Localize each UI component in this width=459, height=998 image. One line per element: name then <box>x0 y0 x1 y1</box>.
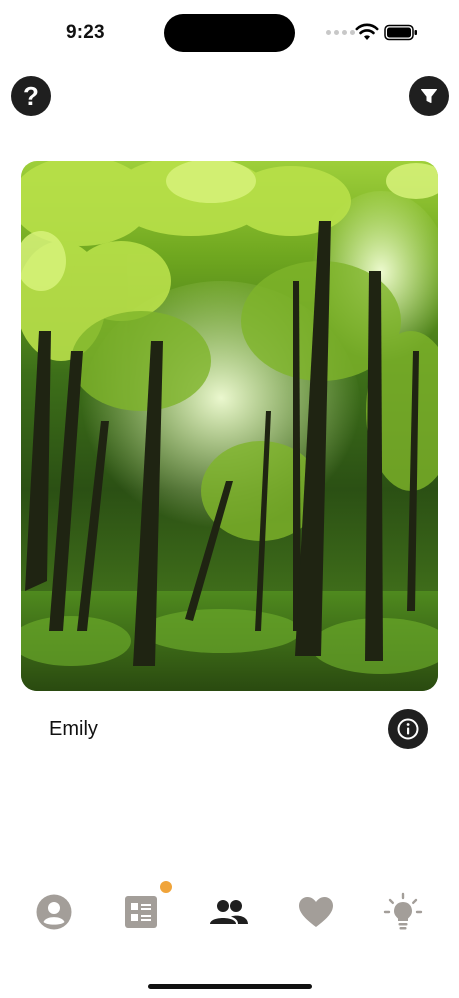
home-indicator <box>148 984 312 989</box>
tab-feed[interactable] <box>119 890 163 934</box>
profile-photo[interactable] <box>21 161 438 691</box>
tab-tips[interactable] <box>381 890 425 934</box>
battery-icon <box>384 24 417 41</box>
feed-list-icon <box>125 896 157 928</box>
profile-name: Emily <box>49 718 98 740</box>
person-circle-icon <box>36 894 72 930</box>
tab-profile[interactable] <box>32 890 76 934</box>
people-icon <box>210 900 248 924</box>
help-button[interactable]: ? <box>11 76 51 116</box>
info-button[interactable] <box>388 709 428 749</box>
funnel-icon <box>421 89 437 103</box>
feed-notification-badge <box>160 881 172 893</box>
tab-people[interactable] <box>207 890 251 934</box>
lightbulb-icon <box>383 892 423 930</box>
filter-button[interactable] <box>409 76 449 116</box>
question-mark-icon: ? <box>23 81 39 111</box>
tab-likes[interactable] <box>294 890 338 934</box>
wifi-icon <box>355 23 379 40</box>
forest-photo-image <box>21 161 438 691</box>
dynamic-island <box>164 14 295 52</box>
info-icon <box>397 718 419 740</box>
heart-icon <box>299 897 333 927</box>
cellular-signal-icon <box>326 30 355 35</box>
status-time: 9:23 <box>66 22 105 43</box>
